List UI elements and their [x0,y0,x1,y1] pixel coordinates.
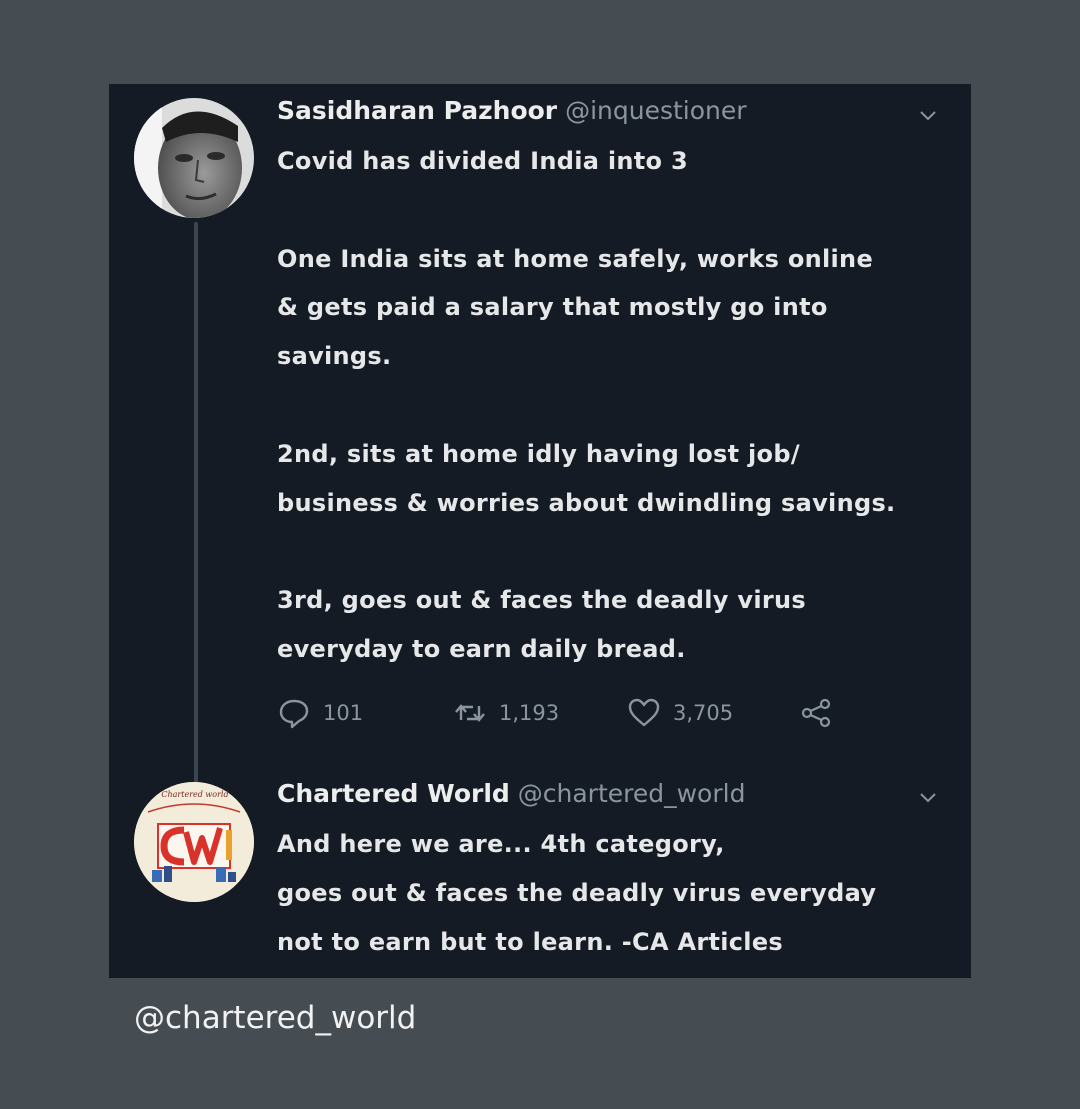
page: Sasidharan Pazhoor @inquestioner Covid h… [0,0,1080,1109]
tweet1-menu-button[interactable] [917,104,939,126]
retweet-button[interactable]: 1,193 [453,693,559,733]
avatar-sasidharan[interactable] [134,98,254,218]
reply-button[interactable]: 101 [277,693,363,733]
retweet-icon [455,704,485,722]
retweet-count: 1,193 [499,701,560,725]
like-count: 3,705 [673,701,734,725]
reply-icon [279,699,309,729]
chevron-down-icon [920,111,936,121]
chartered-world-logo-icon [134,782,254,902]
tweet2-author-name[interactable]: Chartered World [277,779,510,808]
tweet2-text: And here we are... 4th category, goes ou… [277,830,877,956]
tweet1-header: Sasidharan Pazhoor @inquestioner [277,96,747,125]
tweet2-header: Chartered World @chartered_world [277,779,745,808]
like-button[interactable]: 3,705 [627,693,733,733]
share-icon [801,698,831,728]
logo-top-text: Chartered world [161,790,229,799]
tweet1-actions-bar: 101 1,193 3,705 [277,693,877,733]
heart-icon [628,698,660,727]
share-button[interactable] [799,693,845,733]
tweet2-author-handle[interactable]: @chartered_world [518,779,746,808]
watermark-handle: @chartered_world [134,1000,417,1036]
reply-count: 101 [323,701,364,725]
tweet1-author-name[interactable]: Sasidharan Pazhoor [277,96,557,125]
tweet1-text: Covid has divided India into 3 One India… [277,147,896,663]
tweet2-menu-button[interactable] [917,786,939,808]
user-photo-icon [134,98,254,218]
thread-connector-line [194,222,198,852]
tweet-thread-card: Sasidharan Pazhoor @inquestioner Covid h… [109,84,971,978]
chevron-down-icon [920,793,936,803]
tweet1-author-handle[interactable]: @inquestioner [565,96,746,125]
avatar-chartered-world[interactable] [134,782,254,902]
